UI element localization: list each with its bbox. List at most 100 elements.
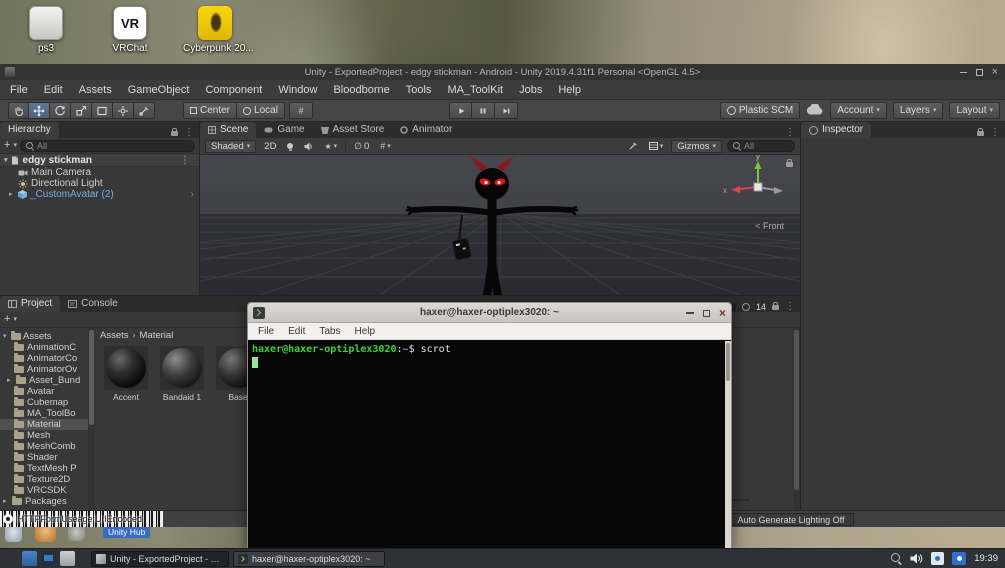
folder-item[interactable]: Shader xyxy=(0,452,88,463)
gizmos-dropdown[interactable]: Gizmos ▾ xyxy=(671,139,722,153)
folder-item[interactable]: TextMesh P xyxy=(0,463,88,474)
tray-search-icon[interactable] xyxy=(891,553,902,564)
folder-item[interactable]: VRCSDK xyxy=(0,485,88,496)
taskbar-window-unity[interactable]: Unity - ExportedProject - edgy sti... xyxy=(91,550,229,567)
space-toggle-button[interactable]: Local xyxy=(237,102,285,119)
breadcrumb-assets[interactable]: Assets xyxy=(100,330,129,341)
folder-assets-root[interactable]: ▾ Assets xyxy=(0,331,88,342)
create-dropdown-icon[interactable]: ▾ xyxy=(13,142,17,149)
lighting-toggle[interactable] xyxy=(284,140,296,153)
terminal-content[interactable]: haxer@haxer-optiplex3020:~$ scrot xyxy=(248,341,731,549)
scrollbar-thumb[interactable] xyxy=(794,330,799,490)
hierarchy-item-directional-light[interactable]: Directional Light xyxy=(0,178,199,189)
rect-tool-button[interactable] xyxy=(92,102,113,119)
taskbar-window-terminal[interactable]: haxer@haxer-optiplex3020: ~ xyxy=(233,550,385,567)
show-desktop-icon[interactable] xyxy=(60,551,75,566)
folder-item-material[interactable]: Material xyxy=(0,419,88,430)
tab-scene[interactable]: Scene xyxy=(200,122,257,138)
play-button[interactable] xyxy=(449,102,472,119)
panel-menu-icon[interactable]: ⋮ xyxy=(785,127,795,138)
plastic-scm-button[interactable]: Plastic SCM xyxy=(719,102,801,119)
minimize-button[interactable] xyxy=(685,312,694,314)
panel-menu-icon[interactable]: ⋮ xyxy=(184,127,194,138)
close-button[interactable]: × xyxy=(992,67,998,78)
display-settings-icon[interactable] xyxy=(41,551,56,566)
scrollbar-thumb[interactable] xyxy=(89,330,94,425)
folder-item[interactable]: Avatar xyxy=(0,386,88,397)
material-asset-bandaid[interactable]: Bandaid 1 xyxy=(159,346,205,402)
scene-menu-icon[interactable]: ⋮ xyxy=(180,155,195,166)
scene-visibility-toggle[interactable]: ∅ 0 xyxy=(351,140,372,153)
component-tools-button[interactable] xyxy=(625,140,641,153)
scale-tool-button[interactable] xyxy=(71,102,92,119)
custom-tool-button[interactable] xyxy=(134,102,155,119)
desktop-icon-vrchat[interactable]: VR VRChat xyxy=(98,6,162,54)
folder-tree-scrollbar[interactable] xyxy=(88,328,95,511)
maximize-button[interactable] xyxy=(702,309,710,317)
folder-item[interactable]: AnimatorOv xyxy=(0,364,88,375)
tab-inspector[interactable]: Inspector xyxy=(801,122,872,138)
folder-packages[interactable]: ▸ Packages xyxy=(0,496,88,507)
file-manager-icon[interactable] xyxy=(22,551,37,566)
menu-gameobject[interactable]: GameObject xyxy=(120,80,198,100)
favorites-icon[interactable] xyxy=(741,302,750,311)
folder-item[interactable]: MeshComb xyxy=(0,441,88,452)
maximize-button[interactable] xyxy=(975,68,983,76)
pause-button[interactable] xyxy=(472,102,495,119)
tray-app-icon[interactable] xyxy=(931,552,945,565)
menu-window[interactable]: Window xyxy=(270,80,325,100)
applications-menu-icon[interactable] xyxy=(3,551,18,566)
panel-menu-icon[interactable]: ⋮ xyxy=(990,127,1000,138)
folder-item[interactable]: Texture2D xyxy=(0,474,88,485)
tab-hierarchy[interactable]: Hierarchy xyxy=(0,122,59,138)
camera-settings-dropdown[interactable]: ▾ xyxy=(646,140,667,153)
lock-icon[interactable] xyxy=(772,302,779,310)
menu-file[interactable]: File xyxy=(2,80,36,100)
panel-menu-icon[interactable]: ⋮ xyxy=(785,301,795,312)
shading-mode-dropdown[interactable]: Shaded ▾ xyxy=(205,139,257,153)
desktop-icon-unity-hub[interactable]: Unity Hub xyxy=(103,526,151,538)
folder-item[interactable]: Mesh xyxy=(0,430,88,441)
rotate-tool-button[interactable] xyxy=(50,102,71,119)
scene-viewport[interactable]: y x < Front xyxy=(200,155,800,295)
terminal-menu-tabs[interactable]: Tabs xyxy=(312,323,347,340)
2d-toggle[interactable]: 2D xyxy=(261,140,279,153)
folder-item[interactable]: MA_ToolBo xyxy=(0,408,88,419)
folder-item[interactable]: AnimatorCo xyxy=(0,353,88,364)
tray-screenshot-icon[interactable] xyxy=(952,552,967,565)
tab-project[interactable]: Project xyxy=(0,296,61,312)
hierarchy-item-customavatar[interactable]: ▸ _CustomAvatar (2) › xyxy=(0,189,199,200)
create-dropdown-icon[interactable]: ▾ xyxy=(13,316,17,323)
terminal-titlebar[interactable]: haxer@haxer-optiplex3020: ~ × xyxy=(248,303,731,323)
layers-dropdown[interactable]: Layers ▾ xyxy=(892,102,944,119)
cloud-button[interactable] xyxy=(806,102,824,118)
material-asset-accent[interactable]: Accent xyxy=(103,346,149,402)
folder-item[interactable]: ▸ Asset_Bund xyxy=(0,375,88,386)
tab-console[interactable]: Console xyxy=(60,296,126,312)
foldout-icon[interactable]: ▾ xyxy=(4,157,8,164)
terminal-menu-file[interactable]: File xyxy=(251,323,281,340)
menu-assets[interactable]: Assets xyxy=(71,80,120,100)
hand-tool-button[interactable] xyxy=(8,102,29,119)
console-status-message[interactable]: HTTPFormUseage:UrlEncoded xyxy=(0,511,163,527)
expand-icon[interactable]: ▸ xyxy=(7,377,13,384)
transform-tool-button[interactable] xyxy=(113,102,134,119)
menu-tools[interactable]: Tools xyxy=(398,80,440,100)
lock-icon[interactable] xyxy=(977,128,984,136)
gizmo-lock-icon[interactable] xyxy=(786,159,793,167)
expand-icon[interactable]: ▸ xyxy=(3,498,9,505)
step-button[interactable] xyxy=(495,102,518,119)
tab-asset-store[interactable]: Asset Store xyxy=(313,122,393,138)
auto-generate-lighting-button[interactable]: Auto Generate Lighting Off xyxy=(728,513,854,526)
asset-pane-scrollbar[interactable] xyxy=(793,328,800,511)
move-tool-button[interactable] xyxy=(29,102,50,119)
scene-search-input[interactable]: All xyxy=(727,140,795,152)
tab-game[interactable]: Game xyxy=(256,122,312,138)
foldout-icon[interactable]: ▾ xyxy=(3,333,9,340)
layout-dropdown[interactable]: Layout ▾ xyxy=(949,102,1000,119)
lock-icon[interactable] xyxy=(171,128,178,136)
scrollbar-thumb[interactable] xyxy=(726,343,730,381)
terminal-scrollbar[interactable] xyxy=(725,341,731,549)
breadcrumb-material[interactable]: Material xyxy=(140,330,174,341)
effects-dropdown[interactable]: ★ ▾ xyxy=(321,140,340,153)
